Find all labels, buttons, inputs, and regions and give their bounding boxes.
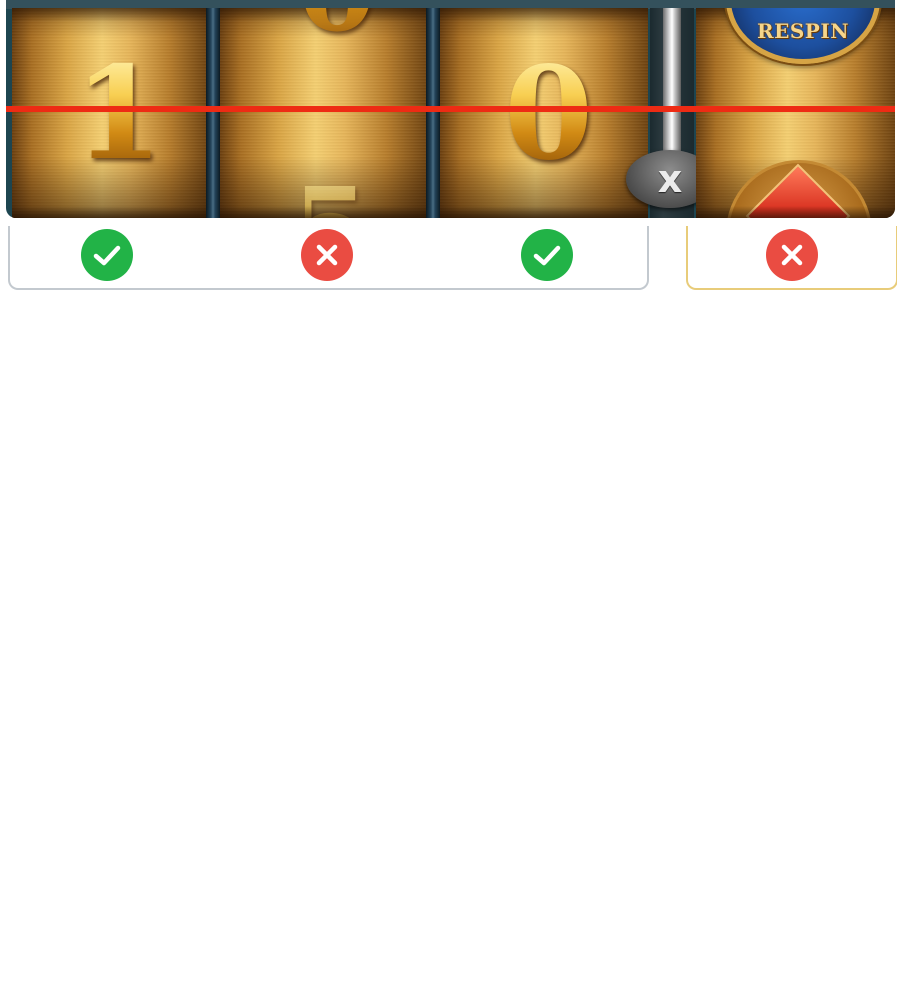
reel-1: 1 [12, 8, 208, 218]
reel-1-symbol: 1 [74, 39, 164, 189]
reel-2-symbol-above: 0 [298, 8, 376, 48]
respin-badge-icon: RESPIN [726, 8, 880, 64]
reel-2: 0 5 [220, 8, 428, 218]
check-icon [81, 229, 133, 281]
multiplier-rail-bar [663, 8, 681, 168]
gem-symbol-icon [726, 160, 872, 218]
payline [6, 106, 895, 112]
reel-3: 0 [440, 8, 648, 218]
reel-2-symbol-below: 5 [292, 174, 370, 219]
multiplier-rail: x [626, 8, 714, 218]
multiplier-label: x [657, 157, 683, 201]
cross-icon [766, 229, 818, 281]
reel-frame: 1 0 5 0 x RESPIN [6, 0, 895, 218]
gem-core [745, 163, 851, 218]
cross-icon [301, 229, 353, 281]
blank-area [0, 300, 897, 1000]
slot-game-view: 1 0 5 0 x RESPIN [0, 0, 897, 1000]
reel-divider [206, 8, 220, 218]
check-icon [521, 229, 573, 281]
reel-3-symbol: 0 [504, 39, 594, 189]
reel-divider [426, 8, 440, 218]
respin-label: RESPIN [757, 19, 849, 43]
reel-4-bonus: RESPIN [696, 8, 895, 218]
